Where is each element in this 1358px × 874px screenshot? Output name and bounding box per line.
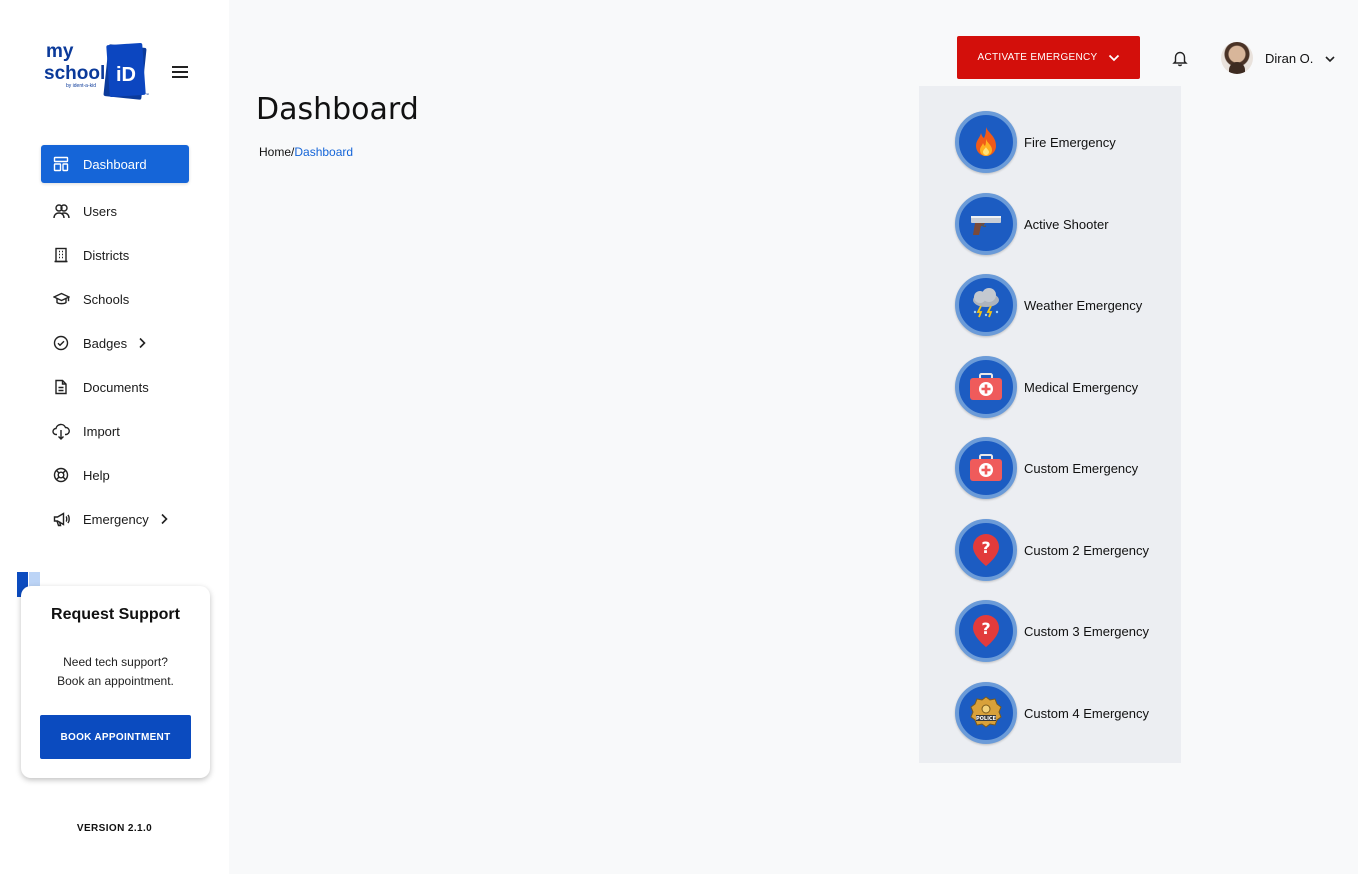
cloud-download-icon xyxy=(52,422,70,440)
sidebar-item-label: Dashboard xyxy=(83,156,147,172)
user-avatar[interactable] xyxy=(1221,42,1253,74)
sidebar-item-dashboard[interactable]: Dashboard xyxy=(41,145,189,183)
logo-text-my: my xyxy=(46,41,74,62)
request-support-card: Request Support Need tech support? Book … xyxy=(21,586,210,778)
support-card-accent xyxy=(29,572,40,587)
emergency-dropdown-menu: Fire Emergency Active Shooter Weather Em… xyxy=(919,86,1181,763)
sidebar-item-label: Schools xyxy=(83,291,130,307)
support-title: Request Support xyxy=(51,606,180,623)
sidebar-item-label: Users xyxy=(83,203,117,219)
sidebar-item-users[interactable]: Users xyxy=(41,192,189,230)
logo-mark: iD xyxy=(116,64,136,86)
emergency-option-label: Medical Emergency xyxy=(1024,379,1139,395)
megaphone-icon xyxy=(52,510,70,528)
emergency-option-active-shooter[interactable]: Active Shooter xyxy=(955,191,1175,257)
question-pin-icon: ? xyxy=(955,519,1017,581)
emergency-option-label: Custom Emergency xyxy=(1024,460,1139,476)
breadcrumb: Home/Dashboard xyxy=(259,145,353,159)
sidebar-item-help[interactable]: Help xyxy=(41,456,189,494)
document-icon xyxy=(52,378,70,396)
user-name[interactable]: Diran O. xyxy=(1265,51,1313,66)
emergency-option-label: Weather Emergency xyxy=(1024,297,1143,313)
sidebar-item-documents[interactable]: Documents xyxy=(41,368,189,406)
activate-emergency-label: ACTIVATE EMERGENCY xyxy=(977,52,1098,63)
sidebar-item-label: Badges xyxy=(83,335,128,351)
chevron-right-icon xyxy=(160,513,168,525)
svg-text:POLICE: POLICE xyxy=(976,716,997,722)
page-title: Dashboard xyxy=(256,92,419,127)
sidebar-item-label: Districts xyxy=(83,247,130,263)
menu-toggle-icon[interactable] xyxy=(172,66,188,79)
activate-emergency-button[interactable]: ACTIVATE EMERGENCY xyxy=(957,36,1140,79)
lifebuoy-icon xyxy=(52,466,70,484)
svg-text:?: ? xyxy=(981,619,990,638)
logo-trademark: ™ xyxy=(145,92,149,97)
sidebar-item-schools[interactable]: Schools xyxy=(41,280,189,318)
app-version: VERSION 2.1.0 xyxy=(76,823,153,834)
emergency-option-custom[interactable]: Custom Emergency xyxy=(955,435,1175,501)
emergency-option-label: Active Shooter xyxy=(1024,216,1109,232)
sidebar-item-label: Documents xyxy=(83,379,149,395)
sidebar-item-label: Import xyxy=(83,423,120,439)
sidebar-item-import[interactable]: Import xyxy=(41,412,189,450)
emergency-option-fire[interactable]: Fire Emergency xyxy=(955,109,1175,175)
logo-text-school: school xyxy=(44,63,106,84)
police-badge-icon: POLICE xyxy=(955,682,1017,744)
chevron-right-icon xyxy=(138,337,146,349)
question-pin-icon: ? xyxy=(955,600,1017,662)
emergency-option-weather[interactable]: Weather Emergency xyxy=(955,272,1175,338)
notification-bell-icon[interactable] xyxy=(1171,49,1189,67)
first-aid-kit-icon xyxy=(955,437,1017,499)
sidebar-item-emergency[interactable]: Emergency xyxy=(41,500,189,538)
book-appointment-button[interactable]: BOOK APPOINTMENT xyxy=(40,715,191,759)
storm-cloud-icon xyxy=(955,274,1017,336)
building-icon xyxy=(52,246,70,264)
support-description: Need tech support? Book an appointment. xyxy=(57,655,174,688)
fire-icon xyxy=(955,111,1017,173)
sidebar: my school iD by ident-a-kid ™ Dashboard … xyxy=(0,0,229,874)
breadcrumb-current[interactable]: Dashboard xyxy=(294,145,353,159)
emergency-option-custom-4[interactable]: POLICE Custom 4 Emergency xyxy=(955,680,1175,746)
pistol-icon xyxy=(955,193,1017,255)
sidebar-item-districts[interactable]: Districts xyxy=(41,236,189,274)
emergency-option-label: Custom 4 Emergency xyxy=(1024,705,1149,721)
breadcrumb-home[interactable]: Home xyxy=(259,145,291,159)
emergency-option-label: Fire Emergency xyxy=(1024,134,1116,150)
sidebar-item-label: Emergency xyxy=(83,511,149,527)
emergency-option-custom-3[interactable]: ? Custom 3 Emergency xyxy=(955,598,1175,664)
check-circle-icon xyxy=(52,334,70,352)
dashboard-icon xyxy=(52,155,70,173)
chevron-down-icon xyxy=(1108,54,1120,62)
logo-tagline: by ident-a-kid xyxy=(66,83,97,89)
chevron-down-icon[interactable] xyxy=(1324,52,1336,64)
users-icon xyxy=(52,202,70,220)
emergency-option-label: Custom 3 Emergency xyxy=(1024,623,1149,639)
sidebar-item-label: Help xyxy=(83,467,110,483)
graduation-cap-icon xyxy=(52,290,70,308)
svg-text:?: ? xyxy=(981,538,990,557)
emergency-option-custom-2[interactable]: ? Custom 2 Emergency xyxy=(955,517,1175,583)
emergency-option-medical[interactable]: Medical Emergency xyxy=(955,354,1175,420)
sidebar-item-badges[interactable]: Badges xyxy=(41,324,189,362)
first-aid-kit-icon xyxy=(955,356,1017,418)
emergency-option-label: Custom 2 Emergency xyxy=(1024,542,1149,558)
app-logo[interactable]: my school iD by ident-a-kid ™ xyxy=(44,42,152,100)
